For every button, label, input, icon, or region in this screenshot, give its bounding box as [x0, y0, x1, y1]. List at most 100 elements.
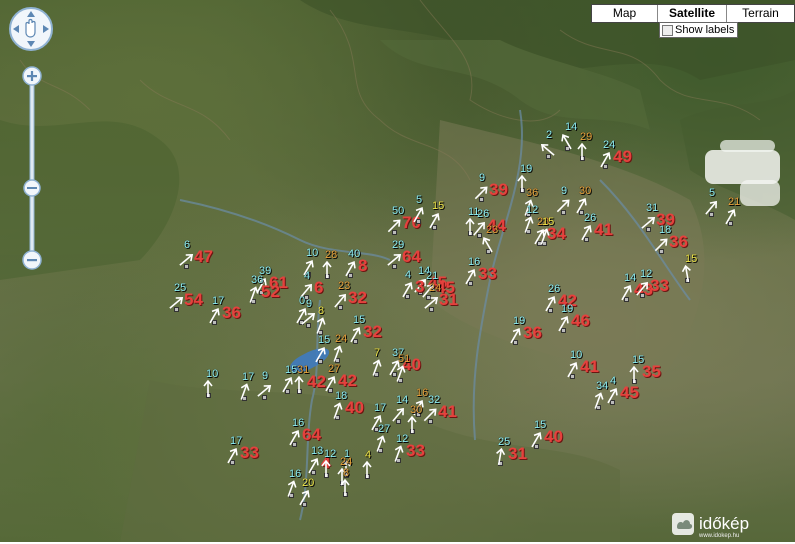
wind-arrow-icon	[333, 345, 343, 362]
wind-gust-label: 41	[594, 220, 613, 239]
zoom-slider-handle	[23, 179, 41, 197]
wind-speed-label: 23	[486, 224, 499, 236]
wind-gust-label: 6	[314, 278, 324, 297]
wind-speed-label: 19	[520, 163, 533, 175]
wind-arrow-icon	[387, 219, 401, 233]
wind-arrow-icon	[496, 447, 506, 466]
map-type-control: Map Satellite Terrain	[591, 4, 795, 23]
wind-gust-label: 36	[222, 303, 241, 322]
wind-arrow-icon	[577, 142, 587, 160]
wind-gust-label: 52	[261, 282, 280, 301]
show-labels-label: Show labels	[675, 24, 735, 36]
wind-speed-label: 6	[184, 239, 191, 251]
logo-text: időkép	[699, 514, 749, 533]
wind-gust-label: 47	[194, 247, 213, 266]
wind-arrow-icon	[641, 217, 656, 229]
wind-arrow-icon	[556, 199, 570, 213]
wind-gust-label: 8	[358, 256, 368, 275]
zoom-control[interactable]	[22, 66, 42, 272]
wind-arrow-icon	[558, 315, 569, 332]
cloud-patch	[740, 180, 780, 206]
wind-arrow-icon	[350, 326, 361, 343]
pan-control[interactable]	[8, 6, 54, 52]
wind-gust-label: 31	[508, 444, 527, 463]
wind-speed-label: 28	[325, 249, 338, 261]
wind-speed-label: 16	[289, 468, 302, 480]
wind-arrow-icon	[540, 144, 555, 156]
wind-gust-label: 33	[478, 264, 497, 283]
wind-arrow-icon	[334, 293, 346, 308]
wind-gust-label: 36	[523, 323, 542, 342]
wind-gust-label: 45	[620, 383, 639, 402]
wind-gust-label: 36	[669, 232, 688, 251]
show-labels-checkbox[interactable]	[662, 24, 673, 36]
wind-arrow-icon	[681, 264, 691, 283]
map-type-terrain-button[interactable]: Terrain	[727, 5, 794, 22]
wind-arrow-icon	[240, 383, 250, 400]
idokep-logo: időkép www.idokep.hu	[671, 509, 791, 539]
wind-arrow-icon	[316, 317, 326, 334]
wind-gust-label: 64	[302, 425, 321, 444]
wind-speed-label: 14	[565, 121, 578, 133]
logo-subtext: www.idokep.hu	[698, 533, 739, 539]
wind-arrow-icon	[654, 238, 668, 252]
map-type-satellite-button[interactable]: Satellite	[658, 5, 727, 22]
satellite-map[interactable]: 14 2 29 24 49 19 9 39 36 9 30 5 21 31 39 50 70 5 15 11 26 44 1…	[0, 0, 795, 542]
show-labels-toggle[interactable]: Show labels	[659, 22, 739, 38]
wind-arrow-icon	[482, 236, 493, 253]
wind-arrow-icon	[474, 186, 488, 200]
wind-speed-label: 8	[318, 305, 325, 317]
wind-speed-label: 9	[479, 172, 486, 184]
wind-gust-label: 46	[571, 311, 590, 330]
wind-speed-label: 17	[374, 402, 387, 414]
wind-speed-label: 12	[526, 204, 539, 216]
map-type-map-button[interactable]: Map	[592, 5, 658, 22]
wind-arrow-icon	[322, 260, 332, 278]
wind-speed-label: 15	[318, 334, 331, 346]
wind-arrow-icon	[387, 254, 402, 266]
wind-arrow-icon	[725, 208, 736, 225]
wind-speed-label: 9	[561, 185, 568, 197]
wind-arrow-icon	[294, 375, 304, 393]
wind-arrow-icon	[567, 361, 578, 378]
wind-gust-label: 40	[345, 398, 364, 417]
wind-gust-label: 33	[406, 441, 425, 460]
wind-speed-label: 17	[242, 371, 255, 383]
wind-arrow-icon	[429, 212, 440, 229]
wind-speed-label: 36	[526, 187, 539, 199]
wind-speed-label: 21	[728, 196, 741, 208]
wind-speed-label: 4	[405, 269, 412, 281]
wind-gust-label: 42	[338, 371, 357, 390]
wind-speed-label: 15	[432, 200, 445, 212]
wind-speed-label: 20	[302, 477, 315, 489]
wind-speed-label: 7	[374, 347, 381, 359]
wind-arrow-icon	[407, 415, 417, 433]
wind-speed-label: 15	[685, 253, 698, 265]
wind-gust-label: 64	[402, 247, 421, 266]
wind-speed-label: 2	[546, 129, 553, 141]
wind-speed-label: 16	[416, 387, 429, 399]
wind-speed-label: 9	[306, 298, 313, 310]
wind-speed-label: 0	[299, 295, 306, 307]
wind-arrow-icon	[465, 268, 476, 285]
wind-speed-label: 30	[410, 404, 423, 416]
wind-gust-label: 41	[438, 402, 457, 421]
wind-gust-label: 41	[580, 357, 599, 376]
cloud-patch	[720, 140, 775, 152]
wind-arrow-icon	[299, 489, 310, 506]
wind-arrow-icon	[203, 379, 213, 397]
wind-arrow-icon	[372, 359, 382, 376]
wind-arrow-icon	[424, 297, 439, 309]
wind-speed-label: 4	[365, 449, 372, 461]
wind-speed-label: 4	[610, 375, 617, 387]
wind-gust-label: 35	[642, 362, 661, 381]
wind-gust-label: 39	[489, 180, 508, 199]
wind-speed-label: 51	[398, 353, 411, 365]
wind-gust-label: 32	[348, 288, 367, 307]
wind-arrow-icon	[402, 281, 413, 298]
wind-arrow-icon	[394, 445, 404, 462]
wind-speed-label: 10	[306, 247, 319, 259]
wind-speed-label: 9	[262, 370, 269, 382]
wind-arrow-icon	[209, 307, 220, 324]
zoom-out-button	[22, 250, 42, 270]
